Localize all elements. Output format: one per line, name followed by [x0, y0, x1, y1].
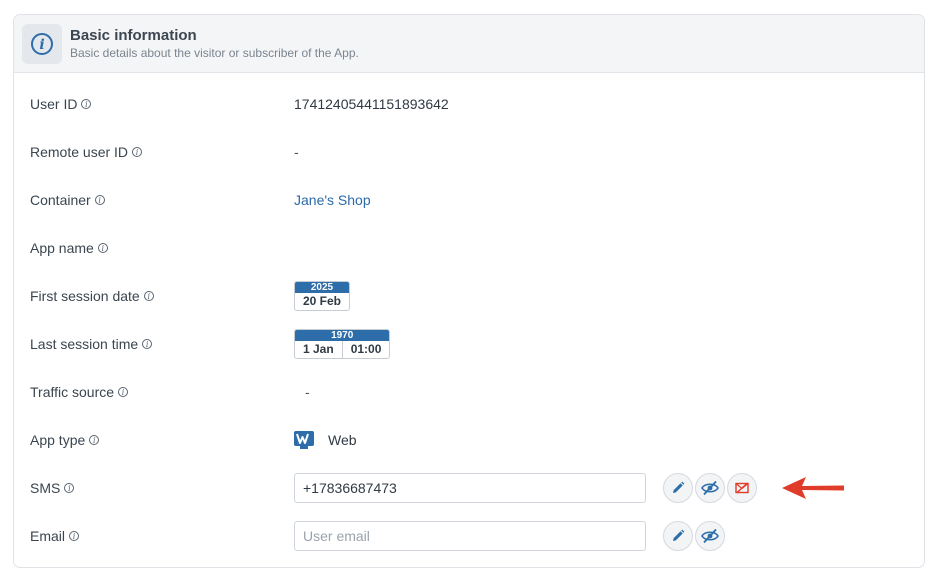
hide-sms-button[interactable]: [695, 473, 725, 503]
first-session-date-badge: 2025 20 Feb: [294, 281, 351, 311]
pencil-icon: [673, 529, 685, 541]
row-container: Container i Jane's Shop: [14, 176, 924, 224]
info-icon[interactable]: i: [94, 195, 105, 205]
remote-user-id-label: Remote user ID: [30, 144, 129, 160]
pencil-icon: [673, 481, 685, 493]
traffic-source-value: -: [305, 384, 310, 400]
row-user-id: User ID i 17412405441151893642: [14, 80, 924, 128]
web-app-icon: [294, 431, 314, 449]
container-label: Container: [30, 192, 91, 208]
last-session-day: 1 Jan: [303, 342, 334, 356]
unsubscribe-sms-button[interactable]: [727, 473, 757, 503]
svg-text:i: i: [39, 37, 44, 53]
row-email: Email i: [14, 512, 924, 560]
section-title: Basic information: [70, 26, 197, 44]
eye-slash-icon: [701, 480, 719, 496]
section-subtitle: Basic details about the visitor or subsc…: [70, 45, 359, 60]
app-type-label: App type: [30, 432, 86, 448]
last-session-clock: 01:00: [341, 341, 390, 358]
info-icon[interactable]: i: [143, 291, 154, 301]
info-icon[interactable]: i: [118, 387, 129, 397]
sms-actions: [663, 473, 759, 503]
container-link[interactable]: Jane's Shop: [294, 192, 371, 208]
row-last-session-time: Last session time i 1970 1 Jan 01:00: [14, 320, 924, 368]
info-icon[interactable]: i: [97, 243, 108, 253]
red-arrow-icon: [782, 476, 844, 505]
remote-user-id-value: -: [294, 144, 299, 160]
sms-input[interactable]: [294, 473, 646, 503]
row-app-type: App type i Web: [14, 416, 924, 464]
email-label: Email: [30, 528, 66, 544]
last-session-time-label: Last session time: [30, 336, 139, 352]
sms-label: SMS: [30, 480, 61, 496]
app-type-value: Web: [328, 432, 357, 448]
info-icon: i: [22, 23, 62, 64]
row-first-session-date: First session date i 2025 20 Feb: [14, 272, 924, 320]
row-app-name: App name i: [14, 224, 924, 272]
info-icon[interactable]: i: [142, 339, 153, 349]
info-icon[interactable]: i: [132, 147, 143, 157]
first-session-date-label: First session date: [30, 288, 140, 304]
user-id-value: 17412405441151893642: [294, 96, 449, 112]
app-name-label: App name: [30, 240, 94, 256]
basic-information-panel: i Basic information Basic details about …: [13, 14, 925, 568]
row-remote-user-id: Remote user ID i -: [14, 128, 924, 176]
traffic-source-label: Traffic source: [30, 384, 115, 400]
edit-sms-button[interactable]: [663, 473, 693, 503]
info-icon[interactable]: i: [69, 531, 80, 541]
first-session-day: 20 Feb: [303, 294, 342, 308]
info-icon[interactable]: i: [81, 99, 92, 109]
edit-email-button[interactable]: [663, 521, 693, 551]
row-sms: SMS i: [14, 464, 924, 512]
last-session-time-badge: 1970 1 Jan 01:00: [294, 329, 391, 359]
info-icon[interactable]: i: [89, 435, 100, 445]
email-input[interactable]: [294, 521, 646, 551]
user-id-label: User ID: [30, 96, 78, 112]
first-session-year: 2025: [295, 282, 350, 293]
row-traffic-source: Traffic source i -: [14, 368, 924, 416]
info-icon[interactable]: i: [64, 483, 75, 493]
hide-email-button[interactable]: [695, 521, 725, 551]
eye-slash-icon: [701, 528, 719, 544]
email-actions: [663, 521, 727, 551]
last-session-year: 1970: [295, 330, 390, 341]
mail-blocked-icon: [735, 482, 749, 494]
panel-header: i Basic information Basic details about …: [14, 15, 924, 73]
